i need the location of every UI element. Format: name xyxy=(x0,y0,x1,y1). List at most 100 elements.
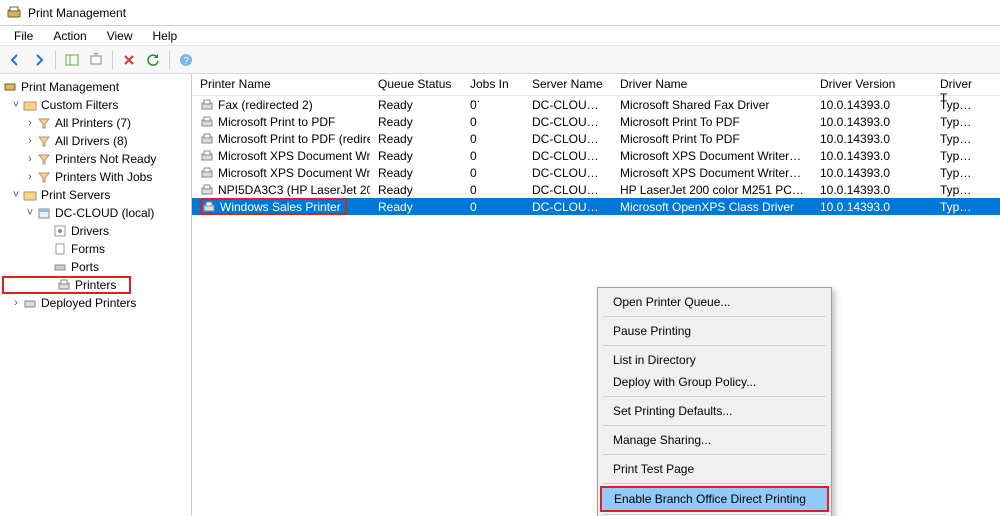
queue-status: Ready xyxy=(370,115,462,129)
printer-row[interactable]: Windows Sales Printer Ready0DC-CLOUD (lo.… xyxy=(192,198,1000,215)
menu-separator xyxy=(603,454,826,455)
col-type[interactable]: Driver T xyxy=(932,74,982,95)
jobs-count: 0 xyxy=(462,200,524,214)
tree-custom-filters[interactable]: ˅ Custom Filters xyxy=(0,96,191,114)
context-menu: Open Printer Queue... Pause Printing Lis… xyxy=(597,287,832,516)
tree-pane: Print Management ˅ Custom Filters › All … xyxy=(0,74,192,516)
export-button[interactable] xyxy=(85,49,107,71)
show-hide-tree-button[interactable] xyxy=(61,49,83,71)
server-name: DC-CLOUD (lo... xyxy=(524,149,612,163)
printer-name: Windows Sales Printer xyxy=(220,200,341,214)
printer-name: Fax (redirected 2) xyxy=(218,98,313,112)
driver-name: Microsoft XPS Document Writer v4 xyxy=(612,149,812,163)
refresh-button[interactable] xyxy=(142,49,164,71)
driver-name: Microsoft OpenXPS Class Driver xyxy=(612,200,812,214)
delete-button[interactable] xyxy=(118,49,140,71)
tree-printers[interactable]: Printers xyxy=(2,276,131,294)
filter-icon xyxy=(36,151,52,167)
driver-type: Type 4 xyxy=(932,149,982,163)
tree-drivers[interactable]: Drivers xyxy=(0,222,191,240)
driver-version: 10.0.14393.0 xyxy=(812,183,932,197)
expand-icon[interactable]: › xyxy=(24,135,36,147)
ctx-enable-branch[interactable]: Enable Branch Office Direct Printing xyxy=(602,488,827,510)
driver-type: Type 4 xyxy=(932,132,982,146)
col-version[interactable]: Driver Version xyxy=(812,74,932,95)
tree-all-drivers[interactable]: › All Drivers (8) xyxy=(0,132,191,150)
forward-button[interactable] xyxy=(28,49,50,71)
menu-separator xyxy=(603,425,826,426)
printer-name: Microsoft Print to PDF (redirect... xyxy=(218,132,370,146)
menu-file[interactable]: File xyxy=(4,27,43,45)
menu-separator xyxy=(603,483,826,484)
col-server[interactable]: Server Name xyxy=(524,74,612,95)
queue-status: Ready xyxy=(370,98,462,112)
toolbar-separator xyxy=(169,50,170,70)
tree-printers-with-jobs[interactable]: › Printers With Jobs xyxy=(0,168,191,186)
jobs-count: 0 xyxy=(462,149,524,163)
tree-printers-not-ready[interactable]: › Printers Not Ready xyxy=(0,150,191,168)
ctx-pause[interactable]: Pause Printing xyxy=(601,320,828,342)
jobs-count: 0 xyxy=(462,115,524,129)
forms-icon xyxy=(52,241,68,257)
back-button[interactable] xyxy=(4,49,26,71)
tree-root[interactable]: Print Management xyxy=(0,78,191,96)
col-driver[interactable]: Driver Name xyxy=(612,74,812,95)
drivers-icon xyxy=(52,223,68,239)
col-queue-status[interactable]: Queue Status xyxy=(370,74,462,95)
server-name: DC-CLOUD (lo... xyxy=(524,115,612,129)
tree-forms[interactable]: Forms xyxy=(0,240,191,258)
expand-icon[interactable]: › xyxy=(24,117,36,129)
col-printer-name[interactable]: Printer Name xyxy=(192,74,370,95)
printer-row[interactable]: Microsoft Print to PDFReady0DC-CLOUD (lo… xyxy=(192,113,1000,130)
collapse-icon[interactable]: ˅ xyxy=(24,207,36,219)
tree-label: Ports xyxy=(71,260,99,274)
tree-label: Custom Filters xyxy=(41,98,118,112)
ctx-deploy-gp[interactable]: Deploy with Group Policy... xyxy=(601,371,828,393)
collapse-icon[interactable]: ˅ xyxy=(10,99,22,111)
toolbar-separator xyxy=(55,50,56,70)
server-icon xyxy=(36,205,52,221)
tree-all-printers[interactable]: › All Printers (7) xyxy=(0,114,191,132)
server-name: DC-CLOUD (lo... xyxy=(524,200,612,214)
help-button[interactable]: ? xyxy=(175,49,197,71)
app-icon xyxy=(6,5,22,21)
ctx-manage-sharing[interactable]: Manage Sharing... xyxy=(601,429,828,451)
driver-name: Microsoft Shared Fax Driver xyxy=(612,98,812,112)
printer-icon xyxy=(200,132,214,146)
tree-dc-cloud[interactable]: ˅ DC-CLOUD (local) xyxy=(0,204,191,222)
printer-row[interactable]: Microsoft XPS Document Write...Ready0DC-… xyxy=(192,164,1000,181)
col-jobs[interactable]: Jobs In ... xyxy=(462,74,524,95)
ctx-list-directory[interactable]: List in Directory xyxy=(601,349,828,371)
menu-view[interactable]: View xyxy=(97,27,143,45)
expand-icon[interactable]: › xyxy=(10,297,22,309)
collapse-icon[interactable]: ˅ xyxy=(10,189,22,201)
print-mgmt-icon xyxy=(2,79,18,95)
printer-name: Microsoft XPS Document Writer xyxy=(218,149,370,163)
deployed-icon xyxy=(22,295,38,311)
menu-action[interactable]: Action xyxy=(43,27,96,45)
tree-label: All Printers (7) xyxy=(55,116,131,130)
expand-icon[interactable]: › xyxy=(24,153,36,165)
driver-type: Type 3 xyxy=(932,98,982,112)
ctx-open-queue[interactable]: Open Printer Queue... xyxy=(601,291,828,313)
tree-label: Printers Not Ready xyxy=(55,152,156,166)
menu-help[interactable]: Help xyxy=(143,27,188,45)
printer-row[interactable]: Microsoft Print to PDF (redirect...Ready… xyxy=(192,130,1000,147)
ctx-set-defaults[interactable]: Set Printing Defaults... xyxy=(601,400,828,422)
tree-ports[interactable]: Ports xyxy=(0,258,191,276)
tree-deployed-printers[interactable]: › Deployed Printers xyxy=(0,294,191,312)
printer-row[interactable]: NPI5DA3C3 (HP LaserJet 200 co...Ready0DC… xyxy=(192,181,1000,198)
driver-type: Type 4 xyxy=(932,166,982,180)
queue-status: Ready xyxy=(370,200,462,214)
expand-icon[interactable]: › xyxy=(24,171,36,183)
ctx-print-test[interactable]: Print Test Page xyxy=(601,458,828,480)
driver-version: 10.0.14393.0 xyxy=(812,115,932,129)
printer-row[interactable]: Microsoft XPS Document WriterReady0DC-CL… xyxy=(192,147,1000,164)
filter-icon xyxy=(36,169,52,185)
tree-print-servers[interactable]: ˅ Print Servers xyxy=(0,186,191,204)
server-name: DC-CLOUD (lo... xyxy=(524,98,612,112)
printer-name: NPI5DA3C3 (HP LaserJet 200 co... xyxy=(218,183,370,197)
selected-printer-highlight: Windows Sales Printer xyxy=(200,198,347,215)
toolbar: ? xyxy=(0,46,1000,74)
printer-row[interactable]: Fax (redirected 2)Ready0DC-CLOUD (lo...M… xyxy=(192,96,1000,113)
